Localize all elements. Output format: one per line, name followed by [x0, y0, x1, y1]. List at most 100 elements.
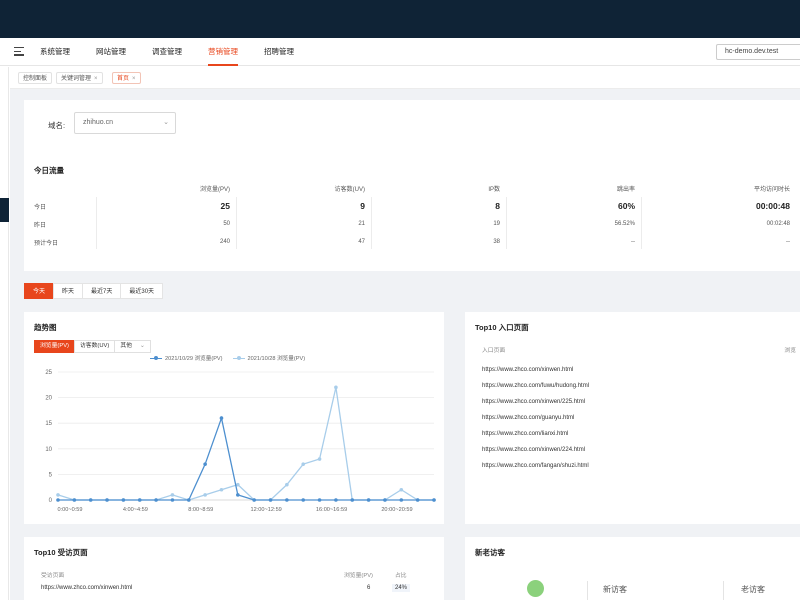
column-header: 平均访问时长 [753, 186, 790, 193]
crumb-label: 控制面板 [23, 76, 48, 82]
data-point [186, 498, 191, 502]
cell: -- [786, 239, 790, 245]
data-point [317, 498, 322, 502]
cell: 60% [617, 201, 635, 211]
data-point [236, 493, 240, 497]
column-header: 浏览 [784, 348, 796, 354]
data-point [88, 498, 93, 502]
data-point [285, 482, 289, 487]
table-row: 今日 25 9 8 60% 00:00:48 [34, 197, 800, 215]
table-row: 预计今日 240 47 38 -- -- [34, 233, 800, 251]
list-item[interactable]: https://www.zhco.com/fangan/shuzi.html [482, 458, 589, 474]
domain-select[interactable]: zhihuo.cn ⌄ [74, 112, 176, 134]
top10-visited-title: Top10 受访页面 [34, 548, 88, 557]
cell: 19 [493, 221, 500, 227]
traffic-title: 今日流量 [34, 166, 64, 175]
cell: 00:02:48 [766, 221, 790, 227]
table-header-row: 浏览量(PV) 访客数(UV) IP数 跳出率 平均访问时长 [34, 179, 800, 197]
data-point [72, 498, 77, 502]
data-point [105, 498, 109, 502]
y-tick-label: 25 [45, 370, 52, 376]
list-item[interactable]: https://www.zhco.com/xinwen/225.html [482, 394, 589, 410]
nav-item-website[interactable]: 网站管理 [96, 38, 126, 66]
entry-page-list: https://www.zhco.com/xinwen.html https:/… [482, 362, 589, 474]
divider [236, 197, 237, 249]
tab-uv[interactable]: 访客数(UV) [74, 340, 116, 353]
data-point [56, 498, 60, 502]
tab-last-7-days[interactable]: 最近7天 [82, 283, 122, 299]
sidebar-active-item[interactable] [0, 198, 9, 222]
cell: 38 [493, 239, 500, 245]
data-point [301, 498, 306, 502]
menu-toggle-icon[interactable] [14, 47, 24, 57]
x-tick-label: 8:00~8:59 [188, 507, 213, 513]
column-header: 入口页面 [482, 348, 506, 354]
data-point [383, 498, 387, 502]
data-point [415, 498, 420, 502]
top10-entry-title: Top10 入口页面 [475, 323, 529, 332]
y-tick-label: 20 [45, 396, 52, 402]
tab-yesterday[interactable]: 昨天 [53, 283, 84, 299]
nav-item-recruit[interactable]: 招聘管理 [264, 38, 294, 66]
close-icon[interactable]: × [132, 76, 136, 82]
column-header: 跳出率 [616, 186, 635, 193]
tab-other-label: 其他 [120, 343, 132, 349]
list-item[interactable]: https://www.zhco.com/lianxi.html [482, 426, 589, 442]
nav-item-system[interactable]: 系统管理 [40, 38, 70, 66]
data-point [432, 498, 436, 502]
trend-metric-tabs: 浏览量(PV) 访客数(UV) 其他 ⌄ [34, 340, 151, 353]
x-tick-label: 4:00~4:59 [123, 507, 148, 513]
crumb-keywords[interactable]: 关键词管理 × [56, 72, 103, 84]
cell: 00:00:48 [755, 201, 790, 211]
nav-item-survey[interactable]: 调查管理 [152, 38, 182, 66]
divider [641, 197, 642, 249]
crumb-home[interactable]: 首页 × [112, 72, 141, 84]
top10-entry-card: Top10 入口页面 入口页面 浏览 https://www.zhco.com/… [465, 312, 800, 524]
data-point [366, 498, 371, 502]
data-point [399, 487, 404, 492]
cell: 56.52% [614, 221, 635, 227]
x-tick-label: 12:00~12:59 [251, 507, 282, 513]
close-icon[interactable]: × [94, 76, 98, 82]
trend-title: 趋势图 [34, 323, 57, 332]
data-point [285, 498, 289, 502]
list-item[interactable]: https://www.zhco.com/xinwen/224.html [482, 442, 589, 458]
data-point [170, 493, 175, 497]
visited-url[interactable]: https://www.zhco.com/xinwen.html [41, 585, 132, 591]
cell: 50 [223, 221, 230, 227]
crumb-dashboard[interactable]: 控制面板 [18, 72, 53, 84]
old-visitor-label: 老访客 [741, 585, 765, 594]
data-point [317, 457, 322, 461]
tab-today[interactable]: 今天 [24, 283, 55, 299]
row-label: 预计今日 [34, 240, 59, 247]
tab-other[interactable]: 其他 ⌄ [114, 340, 151, 353]
crumb-label: 首页 [117, 76, 130, 82]
data-point [56, 493, 60, 497]
crumb-label: 关键词管理 [61, 76, 92, 82]
y-tick-label: 5 [49, 472, 53, 478]
column-header: 受访页面 [41, 573, 65, 579]
cell: 25 [220, 201, 230, 211]
list-item[interactable]: https://www.zhco.com/guanyu.html [482, 410, 589, 426]
column-header: 占比 [395, 573, 407, 579]
cell: 240 [219, 239, 230, 245]
list-item[interactable]: https://www.zhco.com/fuwu/hudong.html [482, 378, 589, 394]
sidebar-collapsed [0, 67, 9, 600]
new-visitor-dot [527, 580, 544, 597]
traffic-table: 浏览量(PV) 访客数(UV) IP数 跳出率 平均访问时长 今日 25 9 8… [34, 179, 800, 251]
data-point [268, 498, 273, 502]
new-old-title: 新老访客 [475, 548, 505, 557]
divider [371, 197, 372, 249]
tab-last-30-days[interactable]: 最近30天 [120, 283, 164, 299]
tab-pv[interactable]: 浏览量(PV) [34, 340, 75, 353]
list-item[interactable]: https://www.zhco.com/xinwen.html [482, 362, 589, 378]
data-point [203, 462, 207, 466]
site-domain-selector[interactable]: hc-demo.dev.test [716, 44, 800, 60]
main-content: 控制面板 关键词管理 × 首页 × 域名: zhihuo.cn ⌄ 今日流量 浏览量… [10, 67, 800, 600]
header: 系统管理 网站管理 调查管理 营销管理 招聘管理 hc-demo.dev.tes… [0, 38, 800, 66]
data-point [170, 498, 175, 502]
chevron-down-icon: ⌄ [163, 119, 169, 126]
series-line [57, 387, 434, 501]
date-range-tabs: 今天 昨天 最近7天 最近30天 [24, 283, 164, 299]
nav-item-marketing[interactable]: 营销管理 [208, 38, 238, 66]
